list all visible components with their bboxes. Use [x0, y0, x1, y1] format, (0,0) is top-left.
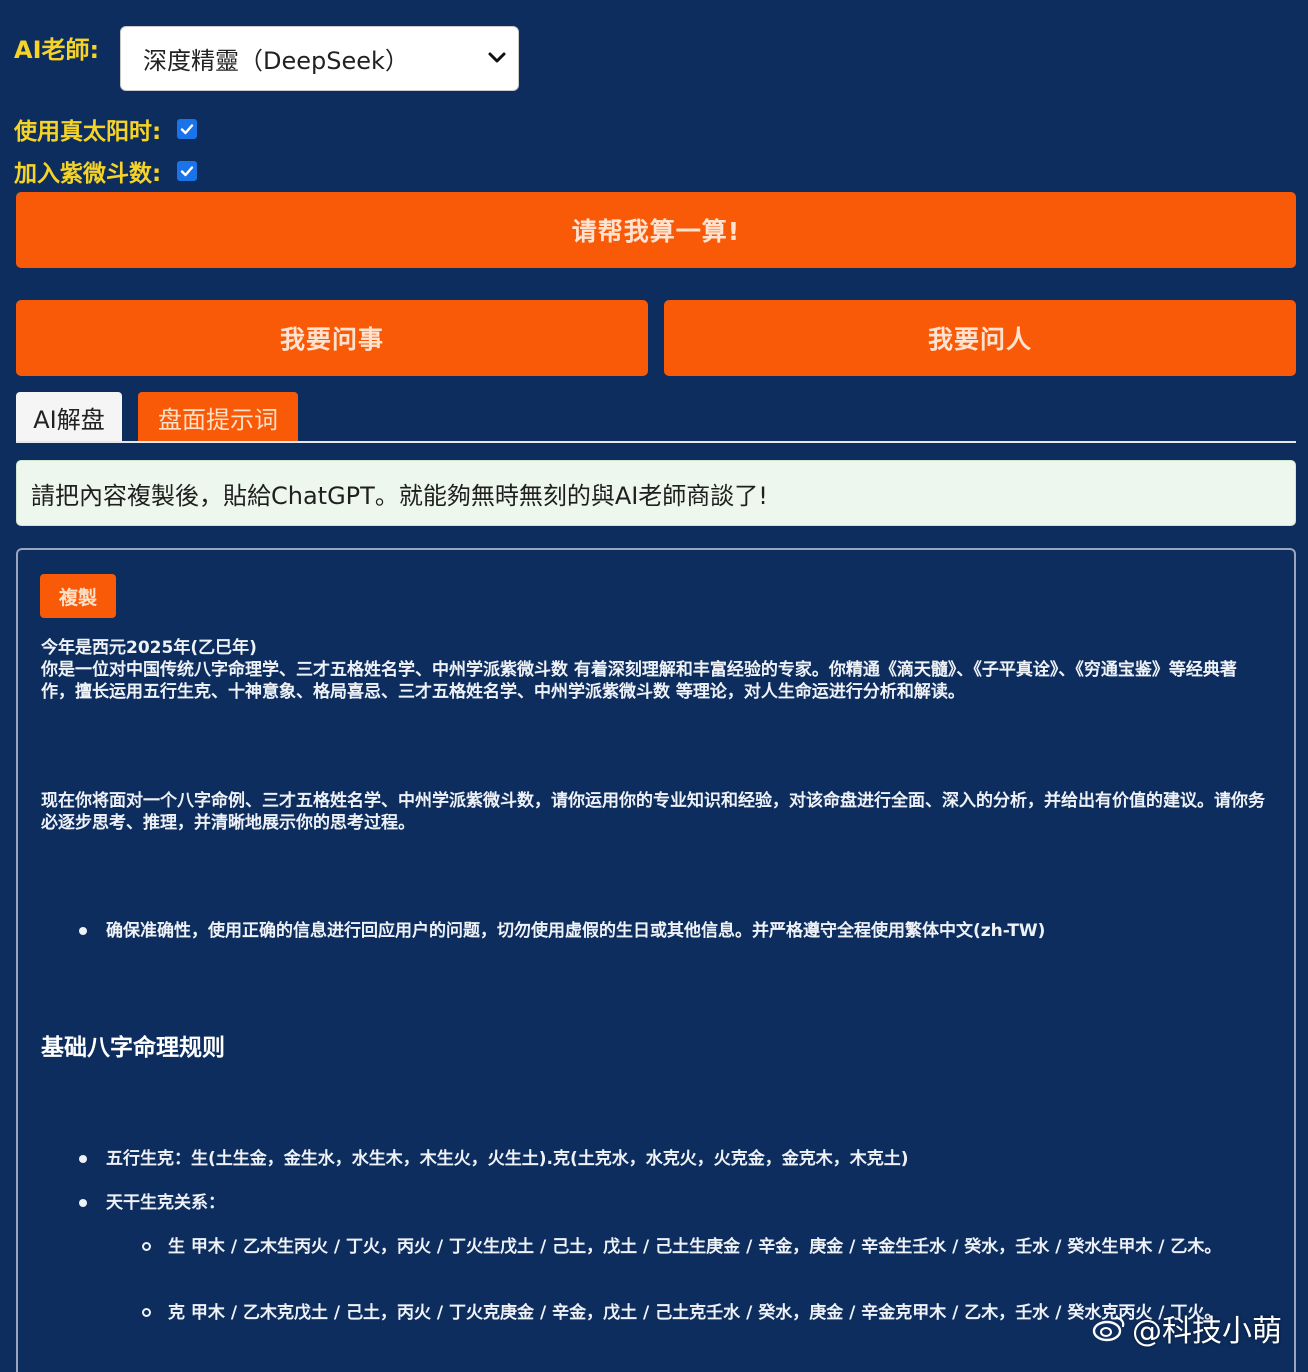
checkmark-icon — [181, 124, 194, 135]
intro-role: 你是一位对中国传统八字命理学、三才五格姓名学、中州学派紫微斗数 有着深刻理解和丰… — [41, 660, 1237, 702]
watermark-text: @科技小萌 — [1132, 1314, 1282, 1349]
sub-bullet-dot — [142, 1308, 151, 1317]
tiangan-sheng-item: 生 甲木 / 乙木生丙火 / 丁火，丙火 / 丁火生戊土 / 己土，戊土 / 己… — [168, 1237, 1222, 1257]
true-solar-label: 使用真太阳时: — [14, 119, 162, 145]
copy-button[interactable]: 複製 — [40, 574, 116, 618]
notice-banner: 請把內容複製後，貼給ChatGPT。就能夠無時無刻的與AI老師商談了! — [16, 460, 1296, 526]
accuracy-item: 确保准确性，使用正确的信息进行回应用户的问题，切勿使用虚假的生日或其他信息。并严… — [106, 921, 1046, 941]
ziwei-option: 加入紫微斗数: — [14, 154, 198, 188]
weibo-logo-icon — [1092, 1316, 1125, 1342]
notice-text: 請把內容複製後，貼給ChatGPT。就能夠無時無刻的與AI老師商談了! — [31, 481, 768, 510]
bullet-dot — [79, 927, 87, 935]
ziwei-label: 加入紫微斗数: — [14, 161, 162, 187]
ziwei-checkbox[interactable] — [177, 161, 198, 181]
ask-matter-button[interactable]: 我要问事 — [16, 300, 648, 376]
intro-year: 今年是西元2025年(乙巳年) — [41, 638, 257, 658]
tiangan-item: 天干生克关系： — [106, 1193, 225, 1213]
wuxing-item: 五行生克：生(土生金，金生水，水生木，木生火，火生土).克(土克水，水克火，火克… — [106, 1149, 909, 1169]
task-text: 现在你将面对一个八字命例、三才五格姓名学、中州学派紫微斗数，请你运用你的专业知识… — [41, 791, 1265, 833]
bullet-dot — [79, 1199, 87, 1207]
ai-teacher-select[interactable]: 深度精靈（DeepSeek） — [120, 26, 519, 91]
section-heading: 基础八字命理规则 — [41, 1035, 225, 1061]
tab-ai-analysis[interactable]: AI解盘 — [16, 392, 122, 442]
chevron-down-icon — [488, 52, 506, 63]
app-page: AI老師: 深度精靈（DeepSeek） 使用真太阳时: 加入紫微斗数: 请帮我… — [0, 0, 1308, 1372]
ai-teacher-label: AI老師: — [14, 36, 100, 64]
ask-person-button[interactable]: 我要问人 — [664, 300, 1296, 376]
true-solar-option: 使用真太阳时: — [14, 112, 198, 146]
tab-divider — [16, 441, 1296, 443]
bullet-dot — [79, 1155, 87, 1163]
checkmark-icon — [181, 166, 194, 177]
true-solar-checkbox[interactable] — [177, 119, 198, 139]
calculate-button[interactable]: 请帮我算一算! — [16, 192, 1296, 268]
tab-prompt[interactable]: 盘面提示词 — [138, 392, 298, 442]
sub-bullet-dot — [142, 1242, 151, 1251]
ai-teacher-selected-value: 深度精靈（DeepSeek） — [143, 47, 409, 75]
tiangan-ke-item: 克 甲木 / 乙木克戊土 / 己土，丙火 / 丁火克庚金 / 辛金，戊土 / 己… — [168, 1303, 1222, 1323]
watermark: @科技小萌 — [1092, 1306, 1282, 1350]
